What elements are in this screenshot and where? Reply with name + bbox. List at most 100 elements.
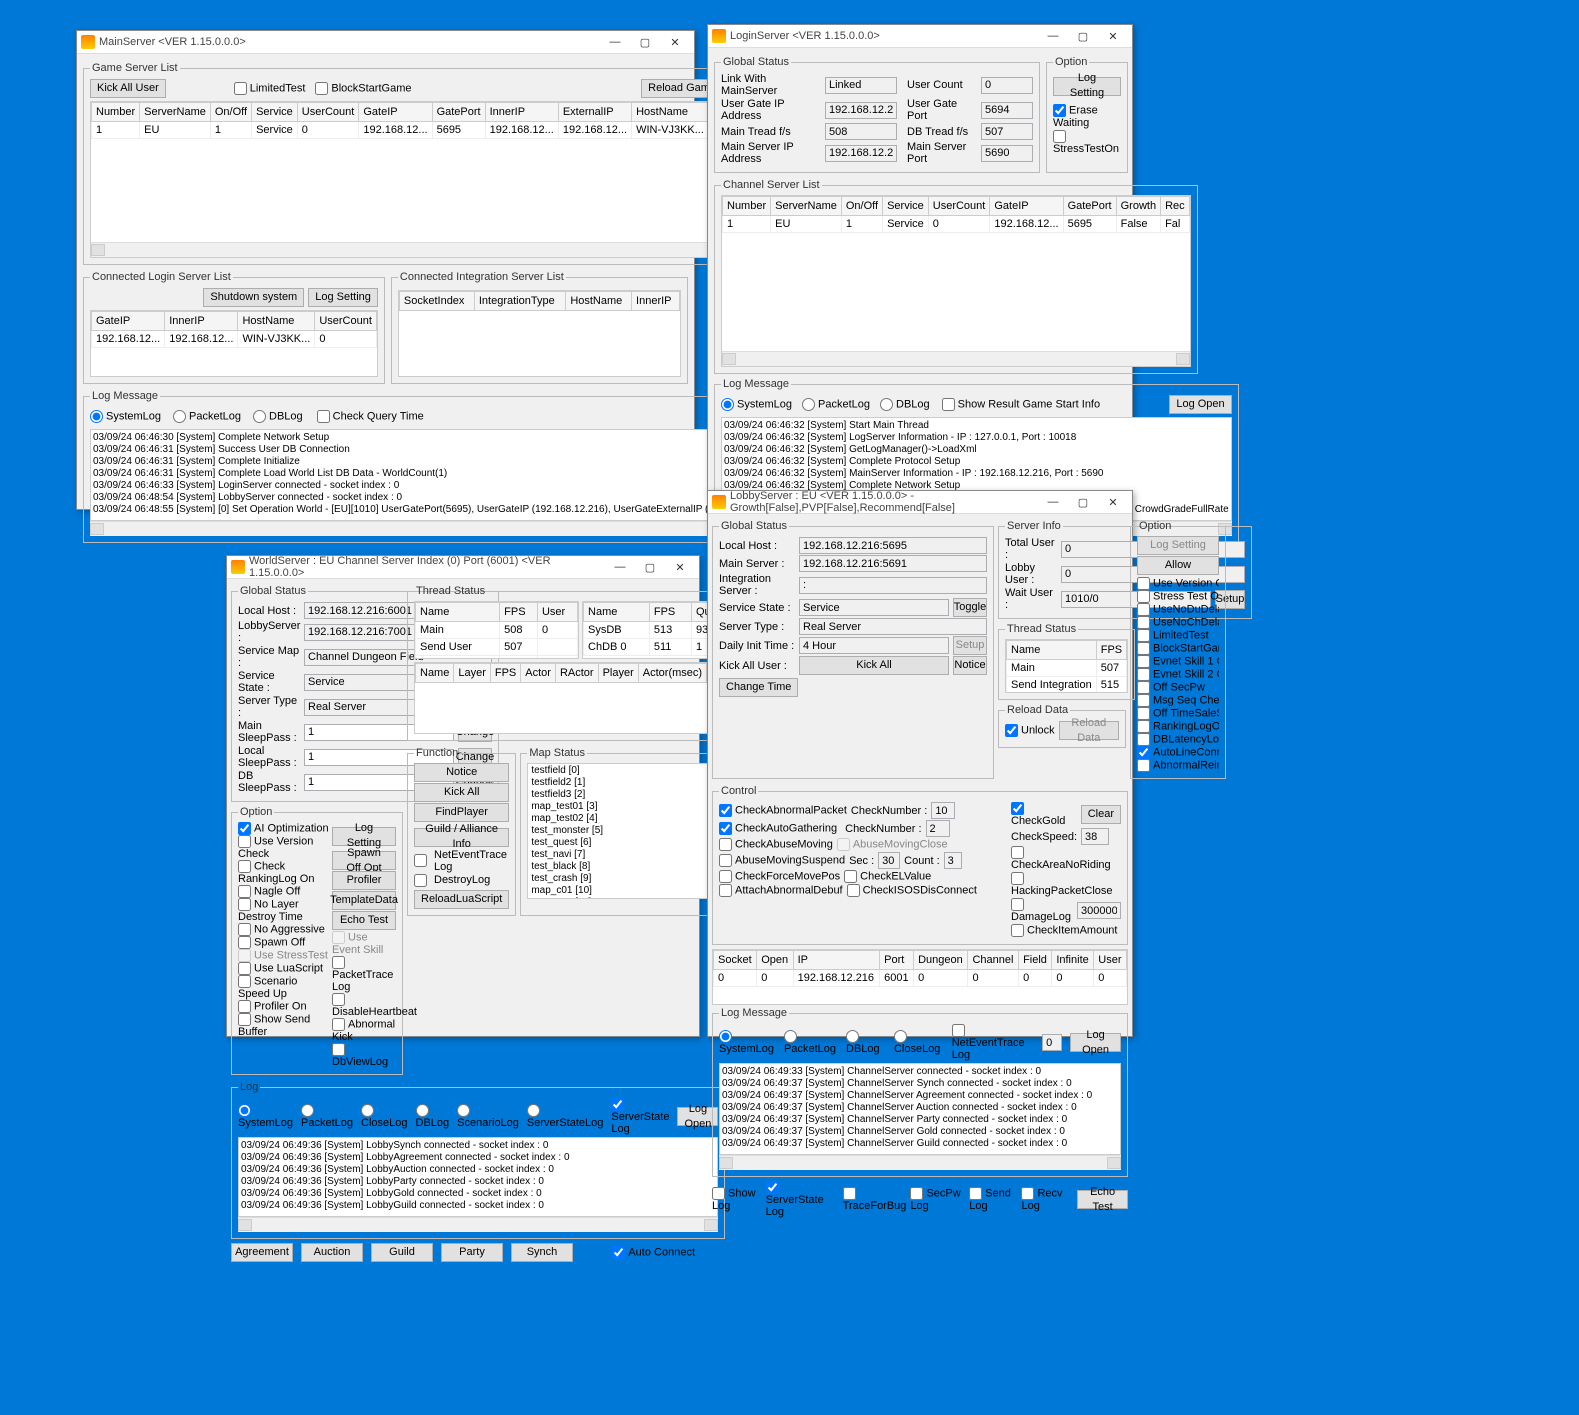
dblog-radio[interactable] [880,398,893,411]
column-header[interactable]: Open [757,951,793,970]
login-server-table[interactable]: GateIPInnerIPHostNameUserCount192.168.12… [90,310,378,377]
integration-server-table[interactable]: SocketIndexIntegrationTypeHostNameInnerI… [398,290,681,377]
option-checkbox[interactable] [1137,590,1150,603]
column-header[interactable]: Dungeon [914,951,968,970]
column-header[interactable]: HostName [238,312,315,331]
option-checkbox[interactable] [238,962,251,975]
option-checkbox[interactable] [332,1043,345,1056]
toggle-button[interactable]: Toggle [953,598,987,617]
usergate-ip-field[interactable] [825,102,897,119]
column-header[interactable]: IP [793,951,880,970]
trace-for-bug-checkbox[interactable] [843,1187,856,1200]
column-header[interactable]: Growth [1116,197,1160,216]
synch-button[interactable]: Synch [511,1243,573,1262]
checknumber2-field[interactable] [926,820,950,837]
column-header[interactable]: HostName [566,292,632,311]
party-button[interactable]: Party [441,1243,503,1262]
log-setting-button[interactable]: Log Setting [332,827,396,846]
channel-server-table[interactable]: NumberServerNameOn/OffServiceUserCountGa… [721,195,1191,367]
notice-button[interactable]: Notice [953,656,987,675]
column-header[interactable]: HostName [632,103,709,122]
column-header[interactable]: Port [880,951,914,970]
show-result-checkbox[interactable] [942,398,955,411]
templatedata-button[interactable]: TemplateData [332,891,396,910]
show-log-checkbox[interactable] [712,1187,725,1200]
send-log-checkbox[interactable] [969,1187,982,1200]
column-header[interactable]: Name [416,664,454,683]
close-button[interactable]: ✕ [1098,26,1128,46]
maximize-button[interactable]: ▢ [630,32,660,52]
column-header[interactable]: On/Off [210,103,251,122]
check-auto-gathering-checkbox[interactable] [719,822,732,835]
reload-lua-button[interactable]: ReloadLuaScript [414,890,509,909]
close-button[interactable]: ✕ [660,32,690,52]
option-checkbox[interactable] [332,1018,345,1031]
check-gold-checkbox[interactable] [1011,802,1024,815]
abuse-moving-suspend-checkbox[interactable] [719,854,732,867]
maximize-button[interactable]: ▢ [635,557,665,577]
titlebar[interactable]: WorldServer : EU Channel Server Index (0… [227,556,699,579]
column-header[interactable]: Actor [521,664,556,683]
option-checkbox[interactable] [238,923,251,936]
hacking-packet-close-checkbox[interactable] [1011,872,1024,885]
column-header[interactable]: Service [883,197,929,216]
profiler-button[interactable]: Profiler [332,871,396,890]
net-event-trace-log-checkbox[interactable] [952,1024,965,1037]
column-header[interactable]: InnerIP [485,103,558,122]
scenariolog-radio[interactable] [457,1104,470,1117]
setup-button[interactable]: Setup [953,636,987,655]
check-query-time-checkbox[interactable] [317,410,330,423]
column-header[interactable]: Socket [714,951,757,970]
check-el-value-checkbox[interactable] [844,870,857,883]
change-time-button[interactable]: Change Time [719,678,798,697]
echo-test-button[interactable]: Echo Test [1077,1190,1128,1209]
log-output[interactable]: 03/09/24 06:49:36 [System] LobbySynch co… [238,1137,718,1217]
log-output[interactable]: 03/09/24 06:49:33 [System] ChannelServer… [719,1063,1121,1155]
column-header[interactable]: Layer [454,664,491,683]
titlebar[interactable]: LobbyServer : EU <VER 1.15.0.0.0> - Grow… [708,491,1132,514]
log-setting-button[interactable]: Log Setting [1137,536,1219,555]
column-header[interactable]: InnerIP [632,292,680,311]
column-header[interactable]: User [1094,951,1127,970]
notice-button[interactable]: Notice [414,763,509,782]
option-checkbox[interactable] [1137,668,1150,681]
clear-button[interactable]: Clear [1081,805,1121,824]
column-header[interactable]: UserCount [928,197,990,216]
column-header[interactable]: Service [252,103,298,122]
reload-data-button[interactable]: Reload Data [1059,721,1119,740]
erase-waiting-checkbox[interactable] [1053,104,1066,117]
column-header[interactable]: Number [92,103,140,122]
column-header[interactable]: ExternalIP [558,103,631,122]
db-thread-fps-field[interactable] [981,123,1033,140]
column-header[interactable]: SocketIndex [399,292,474,311]
option-checkbox[interactable] [238,1000,251,1013]
serverstate-log-checkbox[interactable] [611,1098,624,1111]
maximize-button[interactable]: ▢ [1068,492,1098,512]
column-header[interactable]: ServerName [771,197,842,216]
column-header[interactable]: On/Off [841,197,882,216]
net-event-trace-checkbox[interactable] [414,854,427,867]
shutdown-system-button[interactable]: Shutdown system [203,288,304,307]
option-checkbox[interactable] [1137,655,1150,668]
echo-test-button[interactable]: Echo Test [332,911,396,930]
minimize-button[interactable]: — [605,557,635,577]
systemlog-radio[interactable] [721,398,734,411]
main-thread-fps-field[interactable] [825,123,897,140]
column-header[interactable]: FPS [1096,641,1126,660]
recv-log-checkbox[interactable] [1021,1187,1034,1200]
limitedtest-checkbox[interactable] [234,82,247,95]
servertype-field[interactable] [799,618,987,635]
column-header[interactable]: Channel [968,951,1019,970]
check-item-amount-checkbox[interactable] [1011,924,1024,937]
usergate-port-field[interactable] [981,102,1033,119]
dblog-radio[interactable] [846,1030,859,1043]
option-checkbox[interactable] [238,885,251,898]
check-force-move-pos-checkbox[interactable] [719,870,732,883]
systemlog-radio[interactable] [719,1030,732,1043]
mainserver-port-field[interactable] [981,145,1033,162]
destroylog-checkbox[interactable] [414,874,427,887]
minimize-button[interactable]: — [1038,26,1068,46]
auto-connect-checkbox[interactable] [612,1246,625,1259]
column-header[interactable]: Rec [1161,197,1190,216]
kick-all-button[interactable]: Kick All [414,783,509,802]
